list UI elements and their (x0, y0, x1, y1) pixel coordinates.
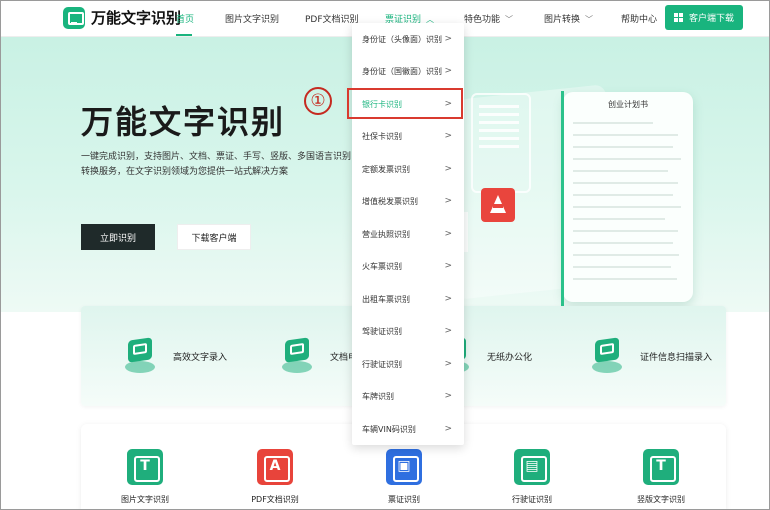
feature-label: 无纸办公化 (487, 352, 533, 363)
vertical-text-icon: T (643, 449, 679, 485)
nav-home-label: 首页 (176, 15, 195, 25)
highlight-annotation-box (347, 88, 463, 119)
menu-item-label: 车辆VIN码识别 (362, 424, 416, 434)
nav-home[interactable]: 首页 (176, 12, 194, 25)
page-frame: 万能文字识别 首页 图片文字识别 PDF文档识别 票证识别 ︿ 特色功能 ﹀ 图片转… (0, 0, 770, 510)
menu-item-vat-invoice[interactable]: 增值税发票识别 > (352, 185, 464, 217)
hero-description: 一键完成识别，支持图片、文档、票证、手写、竖版、多国语言识别转换服务，在文字识别… (81, 152, 352, 177)
chevron-right-icon: > (444, 34, 452, 44)
menu-item-quota-invoice[interactable]: 定额发票识别 > (352, 153, 464, 185)
ticket-ocr-dropdown: 身份证（头像面）识别 > 身份证（国徽面）识别 > 银行卡识别 > 社保卡识别 > 定额… (352, 23, 464, 445)
tool-pdf-ocr[interactable]: A PDF文档识别 (230, 449, 320, 505)
tool-label: 行驶证识别 (512, 495, 552, 504)
chevron-right-icon: > (444, 424, 452, 434)
client-download-button[interactable]: 客户端下载 (665, 5, 743, 30)
menu-item-id-card-back[interactable]: 身份证（国徽面）识别 > (352, 55, 464, 87)
menu-item-label: 身份证（国徽面）识别 (362, 66, 442, 76)
windows-icon (673, 12, 684, 23)
nav-special-features[interactable]: 特色功能 ﹀ (464, 12, 513, 25)
ticket-icon: ▣ (386, 449, 422, 485)
menu-item-vin-code[interactable]: 车辆VIN码识别 > (352, 413, 464, 445)
scan-line (561, 91, 564, 306)
menu-item-label: 营业执照识别 (362, 229, 410, 239)
nav-image-ocr-label: 图片文字识别 (225, 15, 280, 25)
menu-item-social-security-card[interactable]: 社保卡识别 > (352, 120, 464, 152)
chevron-right-icon: > (444, 196, 452, 206)
chevron-right-icon: > (444, 326, 452, 336)
menu-item-label: 火车票识别 (362, 261, 402, 271)
nav-active-indicator (176, 34, 192, 36)
pdf-icon (481, 188, 515, 222)
chevron-right-icon: > (444, 294, 452, 304)
menu-item-label: 定额发票识别 (362, 164, 410, 174)
vehicle-license-icon: ▤ (514, 449, 550, 485)
menu-item-train-ticket[interactable]: 火车票识别 > (352, 250, 464, 282)
id-card-icon (586, 335, 628, 377)
tool-image-ocr[interactable]: T 图片文字识别 (100, 449, 190, 505)
illustration-document: 创业计划书 (563, 92, 693, 302)
chevron-down-icon: ﹀ (505, 15, 514, 24)
nav-help-center-label: 帮助中心 (621, 15, 658, 25)
menu-item-driver-license[interactable]: 驾驶证识别 > (352, 315, 464, 347)
tool-vehicle-license-ocr[interactable]: ▤ 行驶证识别 (487, 449, 577, 505)
illustration-doc-title: 创业计划书 (608, 100, 648, 109)
menu-item-label: 行驶证识别 (362, 359, 402, 369)
nav-special-features-label: 特色功能 (464, 15, 501, 25)
download-client-button[interactable]: 下载客户端 (177, 224, 251, 250)
step-number-annotation: ① (304, 87, 332, 115)
chevron-right-icon: > (444, 164, 452, 174)
logo-text[interactable]: 万能文字识别 (91, 7, 181, 28)
nav-pdf-ocr-label: PDF文档识别 (305, 15, 359, 25)
document-icon (276, 335, 318, 377)
menu-item-label: 增值税发票识别 (362, 196, 418, 206)
hero-title: 万能文字识别 (81, 103, 286, 141)
menu-item-label: 社保卡识别 (362, 131, 402, 141)
tool-label: 票证识别 (388, 495, 420, 504)
menu-item-label: 身份证（头像面）识别 (362, 34, 442, 44)
text-lines-icon (479, 105, 519, 165)
chevron-right-icon: > (444, 131, 452, 141)
nav-pdf-ocr[interactable]: PDF文档识别 (305, 12, 359, 25)
feature-label: 高效文字录入 (173, 352, 228, 363)
pdf-icon: A (257, 449, 293, 485)
chevron-right-icon: > (444, 261, 452, 271)
client-download-label: 客户端下载 (688, 14, 734, 24)
menu-item-license-plate[interactable]: 车牌识别 > (352, 380, 464, 412)
nav-image-convert[interactable]: 图片转换 ﹀ (544, 12, 593, 25)
menu-item-vehicle-license[interactable]: 行驶证识别 > (352, 348, 464, 380)
text-input-icon (119, 335, 161, 377)
chevron-right-icon: > (444, 359, 452, 369)
chevron-right-icon: > (444, 391, 452, 401)
chevron-right-icon: > (444, 66, 452, 76)
chevron-right-icon: > (444, 229, 452, 239)
tool-label: PDF文档识别 (251, 495, 299, 504)
feature-item: 证件信息扫描录入 (586, 336, 712, 376)
menu-item-taxi-ticket[interactable]: 出租车票识别 > (352, 283, 464, 315)
menu-item-id-card-front[interactable]: 身份证（头像面）识别 > (352, 23, 464, 55)
nav-image-ocr[interactable]: 图片文字识别 (225, 12, 279, 25)
menu-item-label: 车牌识别 (362, 391, 394, 401)
menu-item-label: 出租车票识别 (362, 294, 410, 304)
feature-label: 证件信息扫描录入 (640, 352, 713, 363)
feature-item: 文档电 (276, 336, 357, 376)
menu-item-business-license[interactable]: 营业执照识别 > (352, 218, 464, 250)
chevron-down-icon: ﹀ (585, 15, 594, 24)
nav-image-convert-label: 图片转换 (544, 15, 581, 25)
image-text-icon: T (127, 449, 163, 485)
tool-ticket-ocr[interactable]: ▣ 票证识别 (359, 449, 449, 505)
logo-icon[interactable] (63, 7, 85, 29)
tool-vertical-text-ocr[interactable]: T 竖版文字识别 (616, 449, 706, 505)
tool-label: 竖版文字识别 (637, 495, 685, 504)
menu-item-label: 驾驶证识别 (362, 326, 402, 336)
nav-help-center[interactable]: 帮助中心 (621, 12, 657, 25)
start-recognition-button[interactable]: 立即识别 (81, 224, 155, 250)
tool-label: 图片文字识别 (121, 495, 169, 504)
feature-item: 高效文字录入 (119, 336, 227, 376)
